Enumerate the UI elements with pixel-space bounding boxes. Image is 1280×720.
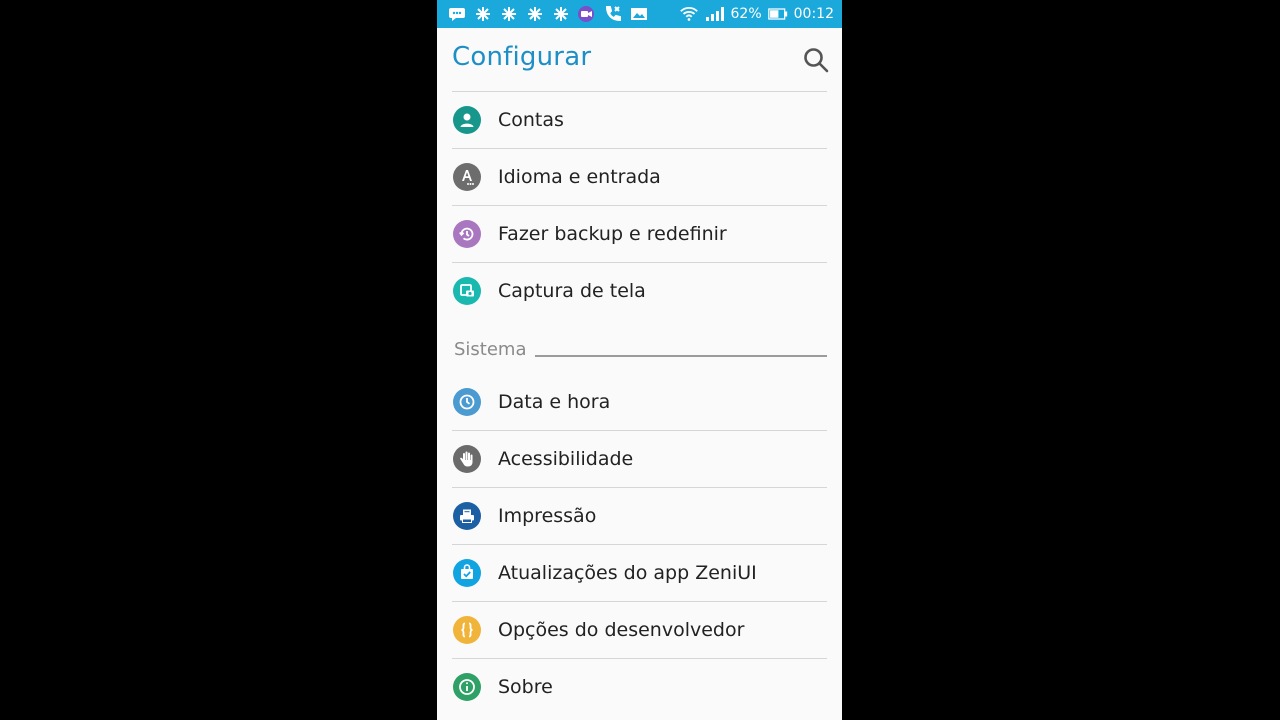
hand-icon <box>453 445 481 473</box>
section-title: Sistema <box>454 339 527 360</box>
info-icon <box>453 673 481 701</box>
backup-icon <box>453 220 481 248</box>
search-icon <box>804 48 829 73</box>
notification-icons <box>447 6 649 22</box>
settings-item-impressao[interactable]: Impressão <box>452 487 827 544</box>
settings-item-idioma[interactable]: Idioma e entrada <box>452 148 827 205</box>
settings-item-label: Contas <box>498 109 564 131</box>
pinwheel-icon <box>473 6 493 22</box>
page-title: Configurar <box>452 42 592 72</box>
signal-icon <box>705 6 725 22</box>
clock-time: 00:12 <box>793 6 834 22</box>
settings-item-label: Atualizações do app ZeniUI <box>498 562 757 584</box>
settings-item-label: Sobre <box>498 676 553 698</box>
language-icon <box>453 163 481 191</box>
message-icon <box>447 6 467 22</box>
battery-percent: 62% <box>730 6 762 22</box>
section-divider <box>535 355 827 357</box>
status-bar: 62% 00:12 <box>437 0 842 28</box>
video-call-icon <box>577 6 597 22</box>
update-icon <box>453 559 481 587</box>
settings-item-acessibilidade[interactable]: Acessibilidade <box>452 430 827 487</box>
settings-item-label: Data e hora <box>498 390 611 413</box>
screenshot-icon <box>453 277 481 305</box>
system-status: 62% 00:12 <box>679 6 834 22</box>
battery-icon <box>767 6 788 22</box>
clock-icon <box>453 387 481 416</box>
account-icon <box>453 106 481 134</box>
settings-item-backup[interactable]: Fazer backup e redefinir <box>452 205 827 262</box>
settings-item-data-hora[interactable]: Data e hora <box>452 373 827 430</box>
settings-item-sobre[interactable]: Sobre <box>452 658 827 715</box>
pinwheel-icon <box>551 6 571 22</box>
settings-item-label: Acessibilidade <box>498 448 634 470</box>
missed-call-icon <box>603 6 623 22</box>
settings-item-atualizacoes[interactable]: Atualizações do app ZeniUI <box>452 544 827 601</box>
settings-item-captura[interactable]: Captura de tela <box>452 262 827 319</box>
settings-item-label: Idioma e entrada <box>498 166 661 188</box>
settings-item-label: Opções do desenvolvedor <box>498 619 745 641</box>
settings-item-contas[interactable]: Contas <box>452 91 827 148</box>
pinwheel-icon <box>499 6 519 22</box>
pinwheel-icon <box>525 6 545 22</box>
developer-icon <box>453 616 481 644</box>
printer-icon <box>453 502 481 530</box>
settings-item-label: Fazer backup e redefinir <box>498 223 727 245</box>
settings-list: Contas Idioma e entrada Fazer backup e r… <box>452 91 827 715</box>
phone-screen: 62% 00:12 Configurar Contas Idioma e ent… <box>437 0 842 720</box>
app-header: Configurar <box>437 28 842 91</box>
image-icon <box>629 6 649 22</box>
wifi-icon <box>679 6 699 22</box>
settings-item-label: Captura de tela <box>498 280 646 302</box>
search-button[interactable] <box>802 46 830 74</box>
settings-item-desenvolvedor[interactable]: Opções do desenvolvedor <box>452 601 827 658</box>
section-header-sistema: Sistema <box>452 319 827 373</box>
settings-item-label: Impressão <box>498 505 597 527</box>
